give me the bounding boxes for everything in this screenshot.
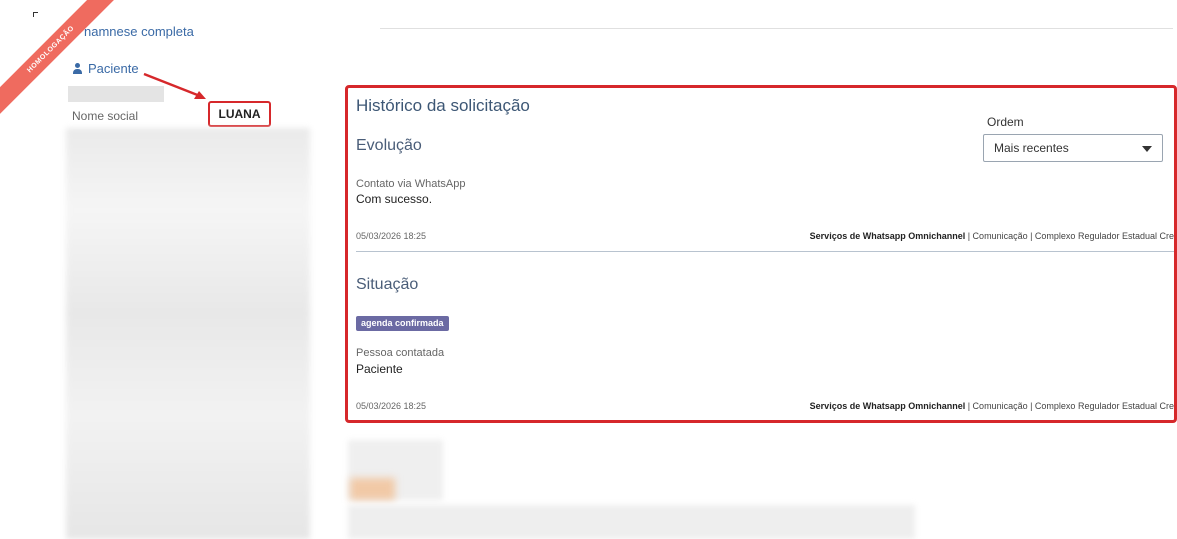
top-divider [380, 28, 1173, 29]
nome-social-label: Nome social [72, 109, 139, 123]
paciente-header[interactable]: Paciente [73, 61, 139, 76]
situacao-service: Serviços de Whatsapp Omnichannel | Comun… [810, 401, 1174, 411]
ordem-select[interactable]: Mais recentes [983, 134, 1163, 162]
ordem-selected-value: Mais recentes [994, 141, 1069, 155]
situacao-timestamp: 05/03/2026 18:25 [356, 401, 427, 411]
redacted-block-accent [350, 478, 395, 500]
evolucao-service: Serviços de Whatsapp Omnichannel | Comun… [810, 231, 1174, 241]
historico-panel: Histórico da solicitação Ordem Mais rece… [345, 85, 1177, 423]
anamnese-completa-link[interactable]: namnese completa [84, 24, 194, 39]
situacao-field-value: Paciente [356, 362, 403, 376]
situacao-title: Situação [356, 276, 419, 293]
paciente-title: Paciente [88, 61, 139, 76]
redacted-sidebar-content [66, 128, 310, 539]
ordem-label: Ordem [987, 115, 1024, 129]
evolucao-service-name: Serviços de Whatsapp Omnichannel [809, 231, 966, 241]
situacao-service-rest: | Comunicação | Complexo Regulador Estad… [965, 401, 1174, 411]
situacao-field-label: Pessoa contatada [356, 347, 445, 359]
evolucao-field-label: Contato via WhatsApp [356, 178, 466, 190]
nome-social-value: LUANA [208, 101, 271, 127]
entry-divider [356, 251, 1174, 252]
chevron-down-icon [1142, 146, 1152, 152]
evolucao-service-rest: | Comunicação | Complexo Regulador Estad… [965, 231, 1174, 241]
historico-title: Histórico da solicitação [356, 96, 530, 115]
evolucao-title: Evolução [356, 137, 422, 154]
evolucao-field-value: Com sucesso. [356, 192, 433, 206]
redacted-bar [68, 86, 164, 102]
situacao-service-name: Serviços de Whatsapp Omnichannel [809, 401, 966, 411]
user-icon [73, 63, 82, 74]
redacted-block-wide [348, 505, 915, 539]
nome-social-text: LUANA [218, 107, 261, 121]
status-badge: agenda confirmada [356, 316, 449, 331]
evolucao-timestamp: 05/03/2026 18:25 [356, 231, 427, 241]
